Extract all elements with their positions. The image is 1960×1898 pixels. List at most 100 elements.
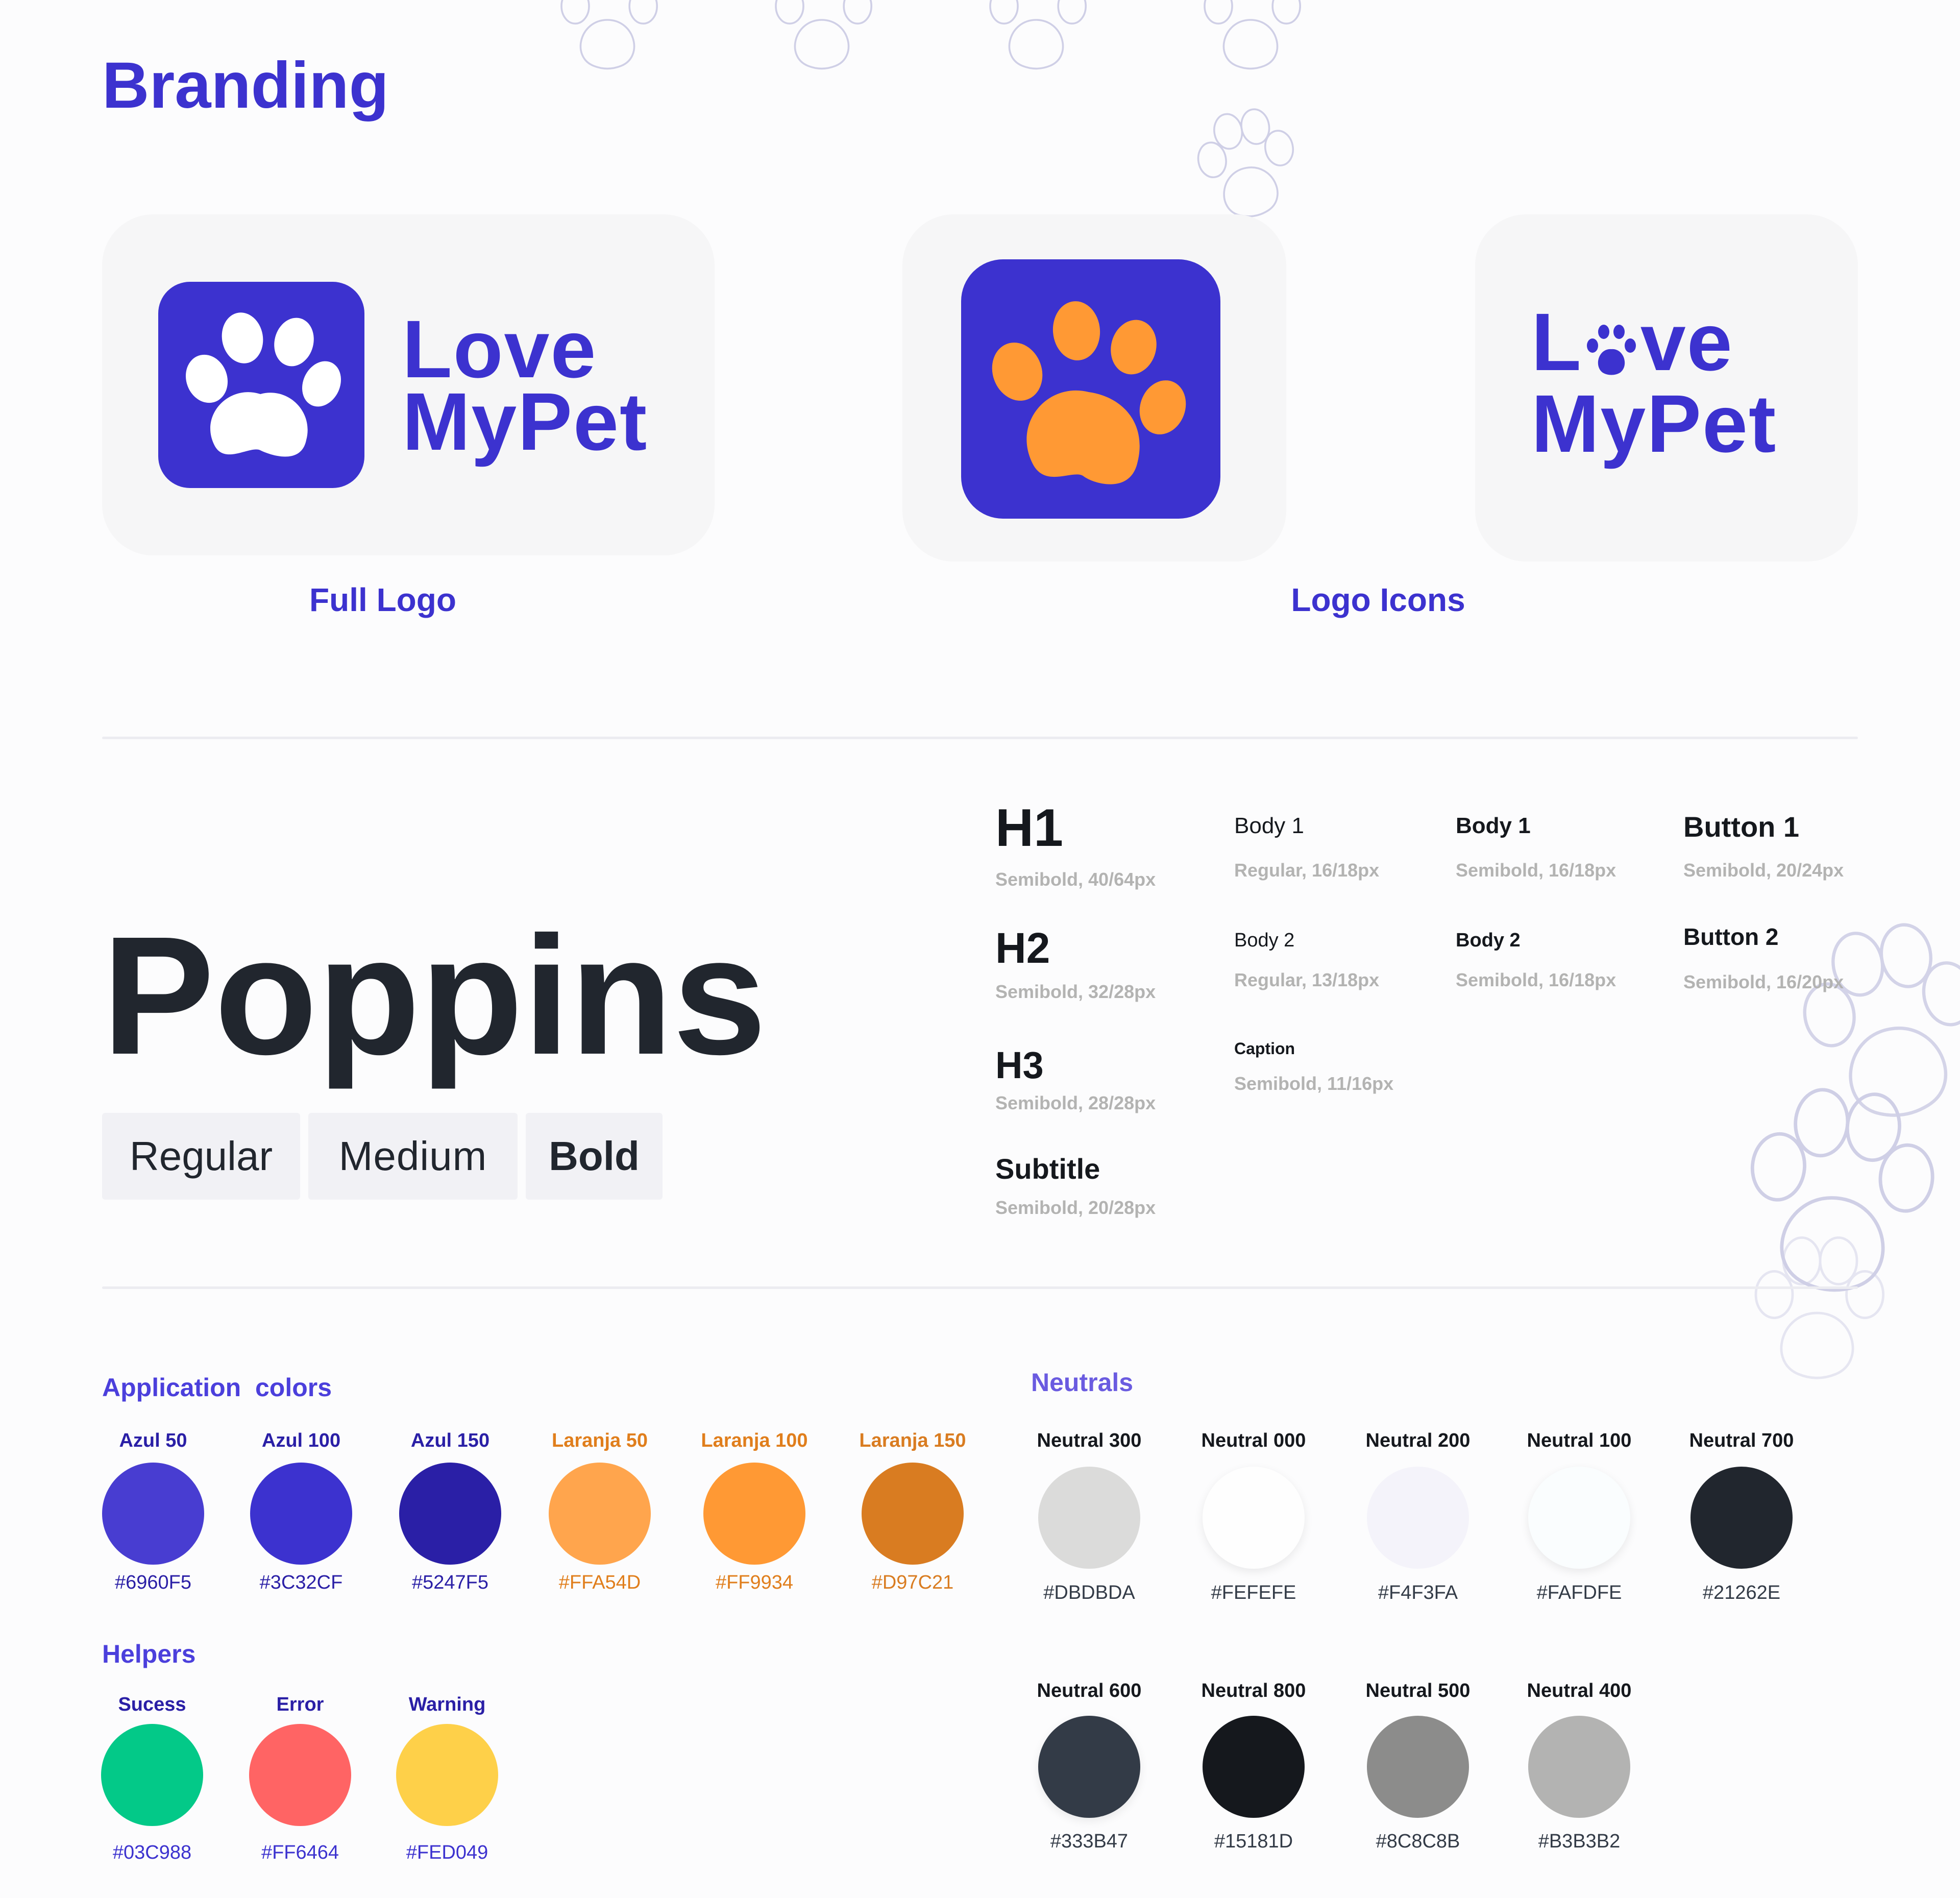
swatch-name: Neutral 200 xyxy=(1365,1430,1471,1451)
color-swatch xyxy=(1690,1467,1793,1569)
swatch-name: Azul 150 xyxy=(410,1430,490,1451)
swatch-hex: #D97C21 xyxy=(871,1572,954,1593)
type-body2-regular: Body 2 xyxy=(1234,930,1295,951)
color-swatch xyxy=(1038,1716,1140,1818)
full-logo-label: Full Logo xyxy=(309,581,456,618)
swatch-name: Neutral 000 xyxy=(1201,1430,1306,1451)
color-swatch xyxy=(703,1463,805,1565)
swatch-name: Warning xyxy=(408,1694,486,1715)
page-title: Branding xyxy=(102,49,389,122)
swatch-hex: #DBDBDA xyxy=(1043,1582,1135,1603)
swatch-name: Azul 100 xyxy=(261,1430,341,1451)
swatch-name: Neutral 800 xyxy=(1201,1680,1306,1701)
color-swatch xyxy=(102,1463,204,1565)
type-body1-regular: Body 1 xyxy=(1234,813,1304,838)
color-swatch xyxy=(549,1463,651,1565)
type-button2: Button 2 xyxy=(1683,923,1779,950)
color-swatch xyxy=(396,1724,498,1826)
logo-wordmark-line2: MyPet xyxy=(402,376,648,467)
swatch-name: Laranja 50 xyxy=(552,1430,648,1451)
type-h3: H3 xyxy=(995,1044,1044,1086)
type-subtitle-spec: Semibold, 20/28px xyxy=(995,1197,1156,1218)
swatch-hex: #3C32CF xyxy=(259,1572,343,1593)
logo-icon-card xyxy=(902,214,1286,562)
wordmark-love: L ve xyxy=(1531,301,1733,383)
type-button1: Button 1 xyxy=(1683,811,1800,843)
type-body1-semibold-spec: Semibold, 16/18px xyxy=(1456,860,1616,881)
color-swatch xyxy=(1203,1716,1305,1818)
type-h1-spec: Semibold, 40/64px xyxy=(995,869,1156,890)
logo-wordmark-line2-alt: MyPet xyxy=(1531,378,1777,469)
type-button2-spec: Semibold, 16/20px xyxy=(1683,971,1844,992)
swatch-hex: #F4F3FA xyxy=(1378,1582,1458,1603)
type-h3-spec: Semibold, 28/28px xyxy=(995,1092,1156,1113)
full-logo-card: Love MyPet xyxy=(102,214,715,555)
swatch-name: Neutral 300 xyxy=(1037,1430,1142,1451)
swatch-hex: #FF6464 xyxy=(261,1842,339,1863)
application-colors-title: Application colors xyxy=(102,1373,332,1402)
swatch-name: Neutral 700 xyxy=(1689,1430,1794,1451)
swatch-name: Laranja 100 xyxy=(701,1430,808,1451)
color-swatch xyxy=(399,1463,501,1565)
color-swatch xyxy=(1528,1467,1630,1569)
swatch-hex: #FFA54D xyxy=(558,1572,641,1593)
color-swatch xyxy=(1367,1716,1469,1818)
swatch-hex: #B3B3B2 xyxy=(1538,1831,1621,1852)
swatch-hex: #03C988 xyxy=(112,1842,192,1863)
type-body2-semibold: Body 2 xyxy=(1456,930,1521,951)
swatch-hex: #333B47 xyxy=(1050,1831,1129,1852)
color-swatch xyxy=(101,1724,203,1826)
swatch-name: Error xyxy=(276,1694,324,1715)
section-divider xyxy=(102,1286,1858,1289)
swatch-hex: #FEFEFE xyxy=(1211,1582,1296,1603)
type-caption-spec: Semibold, 11/16px xyxy=(1234,1073,1394,1094)
wordmark-l: L xyxy=(1531,296,1582,387)
weight-medium: Medium xyxy=(308,1113,518,1200)
color-swatch xyxy=(1528,1716,1630,1818)
swatch-hex: #5247F5 xyxy=(411,1572,488,1593)
neutrals-title: Neutrals xyxy=(1031,1368,1134,1397)
swatch-name: Sucess xyxy=(118,1694,186,1715)
weight-bold: Bold xyxy=(526,1113,663,1200)
type-body1-regular-spec: Regular, 16/18px xyxy=(1234,860,1380,881)
paw-icon xyxy=(185,312,341,457)
helpers-title: Helpers xyxy=(102,1640,196,1668)
weight-regular: Regular xyxy=(102,1113,300,1200)
swatch-name: Azul 50 xyxy=(119,1430,187,1451)
type-h1: H1 xyxy=(995,798,1063,858)
type-body1-semibold: Body 1 xyxy=(1456,813,1531,838)
color-swatch xyxy=(1367,1467,1469,1569)
type-body2-semibold-spec: Semibold, 16/18px xyxy=(1456,969,1616,990)
swatch-hex: #15181D xyxy=(1214,1831,1293,1852)
paw-icon xyxy=(992,301,1186,484)
logo-app-icon xyxy=(961,259,1220,519)
swatch-name: Neutral 400 xyxy=(1527,1680,1632,1701)
color-swatch xyxy=(1203,1467,1305,1569)
color-swatch xyxy=(249,1724,351,1826)
color-swatch xyxy=(1038,1467,1140,1569)
type-caption: Caption xyxy=(1234,1039,1295,1058)
swatch-name: Neutral 600 xyxy=(1037,1680,1142,1701)
type-button1-spec: Semibold, 20/24px xyxy=(1683,860,1844,881)
type-h2: H2 xyxy=(995,924,1050,972)
swatch-hex: #FAFDFE xyxy=(1536,1582,1622,1603)
logo-icons-label: Logo Icons xyxy=(1291,581,1465,618)
wordmark-ve: ve xyxy=(1640,296,1733,387)
swatch-hex: #8C8C8B xyxy=(1376,1831,1460,1852)
swatch-hex: #6960F5 xyxy=(114,1572,191,1593)
logo-wordmark-card: L ve MyPet xyxy=(1475,214,1858,562)
paw-icon xyxy=(1586,325,1636,375)
type-body2-regular-spec: Regular, 13/18px xyxy=(1234,969,1380,990)
swatch-name: Neutral 100 xyxy=(1527,1430,1632,1451)
color-swatch xyxy=(862,1463,964,1565)
section-divider xyxy=(102,737,1858,739)
swatch-name: Neutral 500 xyxy=(1365,1680,1471,1701)
type-subtitle: Subtitle xyxy=(995,1153,1100,1185)
swatch-name: Laranja 150 xyxy=(859,1430,966,1451)
swatch-hex: #21262E xyxy=(1702,1582,1781,1603)
color-swatch xyxy=(250,1463,352,1565)
swatch-hex: #FF9934 xyxy=(715,1572,794,1593)
logo-mark xyxy=(158,282,364,488)
swatch-hex: #FED049 xyxy=(406,1842,488,1863)
font-family-name: Poppins xyxy=(102,901,767,1089)
